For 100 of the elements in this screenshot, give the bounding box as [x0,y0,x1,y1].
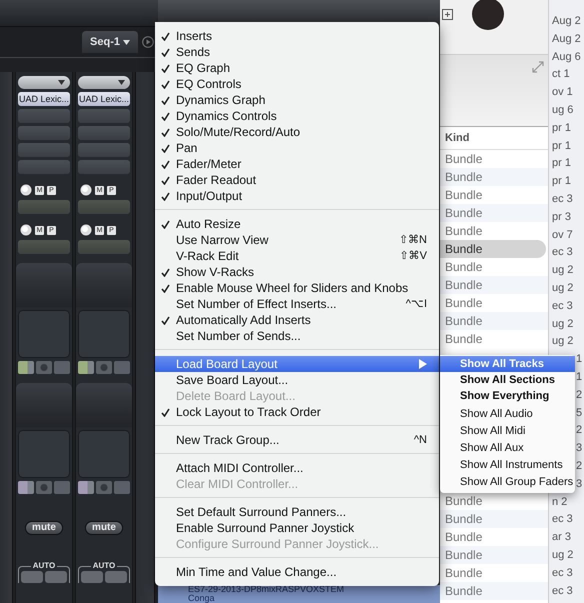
record-button[interactable] [96,361,112,374]
menu-item[interactable]: Fader Readout [155,172,439,188]
menu-item[interactable]: Solo/Mute/Record/Auto [155,124,439,140]
table-cell[interactable]: Bundle [440,528,548,546]
menu-item[interactable]: Sends [155,44,439,60]
record-button[interactable] [81,571,103,583]
dynamics-graph [16,383,72,427]
record-button[interactable] [36,481,52,494]
table-cell[interactable]: Bundle [440,312,548,330]
menu-item[interactable]: Show All Tracks [440,356,575,372]
menu-item[interactable]: Load Board Layout [155,356,439,372]
play-button[interactable] [105,571,127,583]
menu-item[interactable]: Fader/Meter [155,156,439,172]
table-cell[interactable]: Bundle [440,330,548,348]
menu-item[interactable]: Dynamics Controls [155,108,439,124]
table-cell[interactable]: Bundle [440,492,548,510]
menu-item[interactable]: EQ Controls [155,76,439,92]
menu-button[interactable] [54,361,70,374]
menu-item[interactable]: Show Everything [440,388,575,404]
menu-item[interactable]: Save Board Layout... [155,372,439,388]
table-cell[interactable]: Bundle [440,240,546,258]
menu-item[interactable]: Show All Sections [440,372,575,388]
menu-item[interactable]: New Track Group... ^N [155,432,439,448]
menu-item[interactable]: Set Number of Effect Inserts... ^⌥I [155,296,439,312]
send-level-field[interactable] [18,200,70,214]
mute-button[interactable]: mute [25,521,63,535]
dynamics-toggle-button[interactable] [78,481,94,494]
send-level-field[interactable] [18,240,70,254]
input-dropdown[interactable] [78,76,130,89]
table-cell[interactable]: Bundle [440,204,548,222]
menu-item[interactable]: Show All Aux [440,440,575,457]
insert-toggle-button[interactable] [78,361,94,374]
insert-slot[interactable] [78,160,130,174]
insert-slot[interactable]: UAD Lexic... [78,92,130,106]
menu-item[interactable]: Min Time and Value Change... [155,564,439,580]
insert-slot[interactable] [18,160,70,174]
table-cell-text: pr 1 [552,120,571,136]
table-cell-text: ug 6 [552,102,574,118]
menu-item[interactable]: Auto Resize [155,216,439,232]
table-cell[interactable]: Bundle [440,150,548,168]
shortcut-label: ⇧⌘V [400,249,427,264]
menu-item[interactable]: Attach MIDI Controller... [155,460,439,476]
table-cell[interactable]: Bundle [440,582,548,600]
insert-slot[interactable] [78,126,130,140]
track-name[interactable]: Conga [188,594,440,603]
play-icon [142,36,154,48]
table-cell[interactable]: Bundle [440,222,548,240]
table-cell-text: Aug 6 [552,50,581,65]
record-button[interactable] [96,481,112,494]
insert-slot[interactable] [78,109,130,123]
menu-item[interactable]: Show All Instruments [440,457,575,474]
send-level-field[interactable] [78,240,130,254]
menu-item[interactable]: Pan [155,140,439,156]
menu-button[interactable] [54,481,70,494]
table-cell[interactable]: Bundle [440,546,548,564]
mute-button[interactable]: mute [85,521,123,535]
record-button[interactable] [36,361,52,374]
menu-item[interactable]: Show V-Racks [155,264,439,280]
menu-item[interactable]: EQ Graph [155,60,439,76]
table-cell-text: 3 [576,441,582,456]
menu-button[interactable] [114,361,130,374]
table-cell[interactable]: Bundle [440,510,548,528]
menu-item[interactable]: Lock Layout to Track Order [155,404,439,420]
table-cell[interactable]: Bundle [440,294,548,312]
dynamics-toggle-button[interactable] [18,481,34,494]
insert-slot[interactable] [18,143,70,157]
menu-item[interactable]: Show All Midi [440,423,575,440]
menu-item[interactable]: Show All Group Faders [440,474,575,491]
eq-panel [18,310,70,358]
menu-item[interactable]: Enable Surround Panner Joystick [155,520,439,536]
insert-slot[interactable] [78,143,130,157]
table-cell[interactable]: Bundle [440,564,548,582]
insert-slot[interactable] [18,126,70,140]
menu-item[interactable]: V-Rack Edit ⇧⌘V [155,248,439,264]
menu-item[interactable]: Dynamics Graph [155,92,439,108]
play-button[interactable] [45,571,67,583]
menu-button[interactable] [114,481,130,494]
menu-item[interactable]: Set Number of Sends... [155,328,439,344]
menu-item[interactable]: Inserts [155,28,439,44]
menu-item[interactable]: Automatically Add Inserts [155,312,439,328]
menu-item[interactable]: Input/Output [155,188,439,204]
table-cell[interactable]: Bundle [440,276,548,294]
insert-slot[interactable] [18,109,70,123]
sequence-menu[interactable]: Seq-1 [82,31,138,53]
input-dropdown[interactable] [18,76,70,89]
send-level-field[interactable] [78,200,130,214]
table-cell[interactable]: Bundle [440,186,548,204]
table-cell[interactable]: Bundle [440,258,548,276]
insert-slot[interactable]: UAD Lexic... [18,92,70,106]
record-button[interactable] [21,571,43,583]
table-cell-text: 3 [576,476,582,492]
menu-item[interactable]: Enable Mouse Wheel for Sliders and Knobs [155,280,439,296]
menu-item[interactable]: Use Narrow View ⇧⌘N [155,232,439,248]
menu-item[interactable]: Show All Audio [440,406,575,423]
avatar [472,0,504,30]
table-cell-text: 1 [576,370,582,385]
menu-item[interactable]: Set Default Surround Panners... [155,504,439,520]
insert-toggle-button[interactable] [18,361,34,374]
table-cell[interactable]: Bundle [440,168,548,186]
table-cell-text: ug 2 [552,548,574,563]
